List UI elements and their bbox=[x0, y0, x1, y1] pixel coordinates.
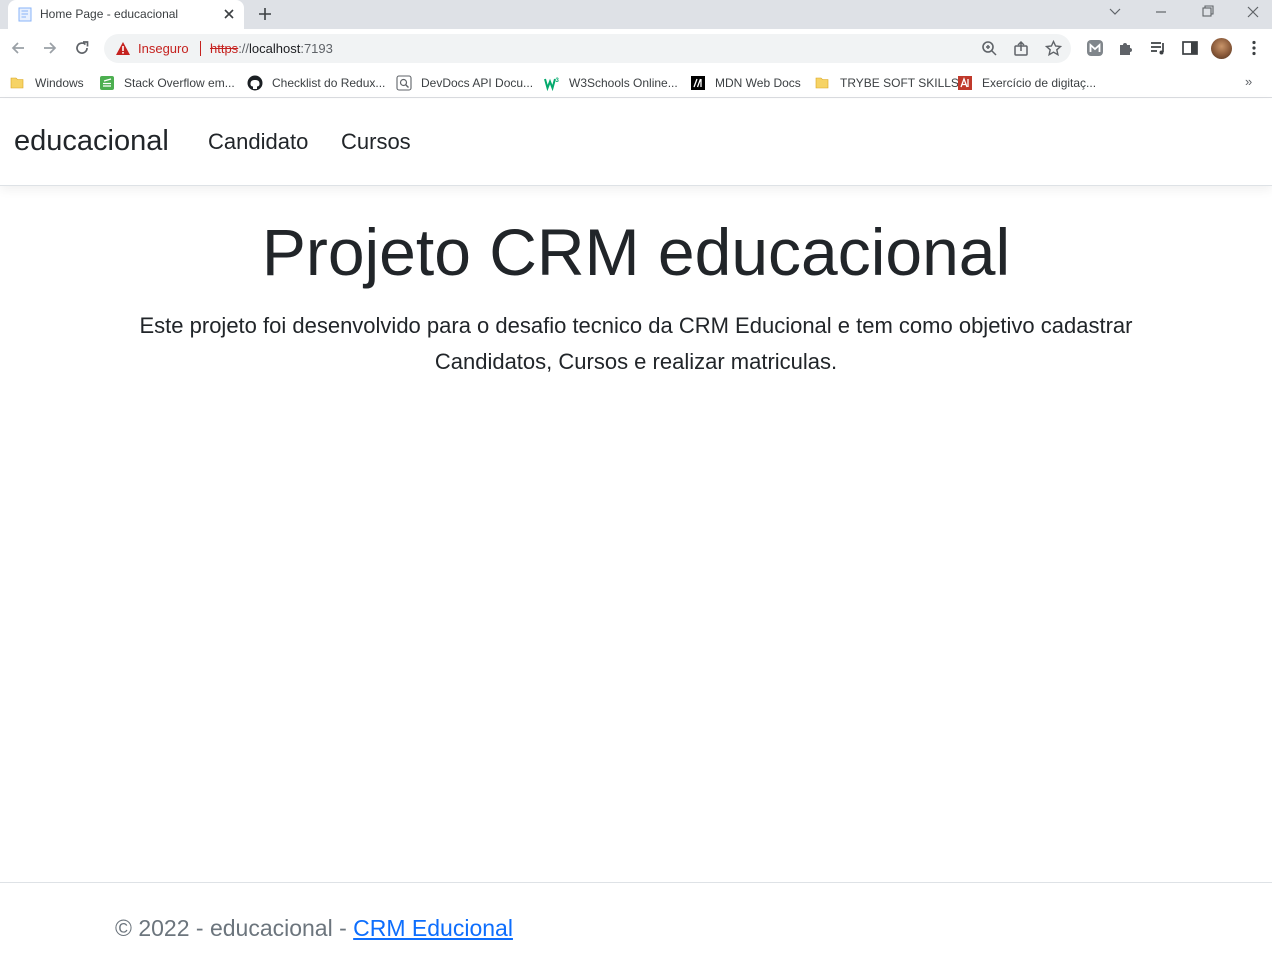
bookmark-w3schools[interactable]: 3 W3Schools Online... bbox=[544, 73, 678, 93]
page-icon bbox=[18, 7, 32, 22]
nav-link-candidato[interactable]: Candidato bbox=[208, 129, 308, 155]
extension-m-icon[interactable] bbox=[1086, 39, 1104, 57]
profile-avatar[interactable] bbox=[1211, 38, 1232, 59]
url-host: localhost bbox=[249, 41, 301, 56]
svg-text:3: 3 bbox=[556, 78, 560, 84]
restore-icon[interactable] bbox=[1196, 3, 1218, 21]
minimize-icon[interactable] bbox=[1150, 3, 1172, 21]
footer-link[interactable]: CRM Educional bbox=[353, 915, 513, 941]
bookmark-trybe-soft-skills[interactable]: TRYBE SOFT SKILLS bbox=[815, 73, 959, 93]
site-footer: © 2022 - educacional - CRM Educional bbox=[0, 882, 1272, 973]
folder-icon bbox=[10, 77, 24, 89]
kebab-menu-icon[interactable] bbox=[1245, 39, 1263, 57]
nav-link-cursos[interactable]: Cursos bbox=[341, 129, 411, 155]
folder-icon bbox=[815, 77, 829, 89]
address-bar[interactable]: Inseguro https://localhost:7193 bbox=[104, 34, 1071, 63]
stackoverflow-icon bbox=[100, 76, 114, 90]
navbar-brand[interactable]: educacional bbox=[14, 125, 169, 158]
plus-icon[interactable] bbox=[256, 5, 274, 23]
bookmark-label: Windows bbox=[35, 76, 84, 90]
more-bookmarks-button[interactable]: » bbox=[1245, 74, 1252, 89]
url-text[interactable]: https://localhost:7193 bbox=[210, 41, 333, 56]
bookmark-label: TRYBE SOFT SKILLS bbox=[840, 76, 959, 90]
page-title: Projeto CRM educacional bbox=[261, 215, 1011, 289]
url-scheme: https bbox=[210, 41, 239, 56]
bookmark-label: W3Schools Online... bbox=[569, 76, 678, 90]
github-icon bbox=[247, 75, 263, 91]
window-close-icon[interactable] bbox=[1242, 3, 1264, 21]
bookmark-mdn[interactable]: MDN Web Docs bbox=[690, 73, 801, 93]
forward-arrow-icon[interactable] bbox=[41, 39, 59, 57]
warning-icon[interactable] bbox=[115, 41, 131, 56]
bookmark-stack-overflow[interactable]: Stack Overflow em... bbox=[99, 73, 235, 93]
chevron-down-icon[interactable] bbox=[1104, 3, 1126, 21]
bookmark-exercicio-digitacao[interactable]: Exercício de digitaç... bbox=[957, 73, 1096, 93]
share-icon[interactable] bbox=[1013, 40, 1030, 57]
puzzle-icon[interactable] bbox=[1117, 39, 1135, 57]
back-arrow-icon[interactable] bbox=[9, 39, 27, 57]
footer-text: © 2022 - educacional - CRM Educional bbox=[115, 915, 513, 942]
site-navbar: educacional Candidato Cursos bbox=[0, 99, 1272, 186]
bookmark-label: DevDocs API Docu... bbox=[421, 76, 534, 90]
w3schools-icon: 3 bbox=[544, 78, 560, 91]
mdn-icon bbox=[691, 76, 705, 90]
bookmark-windows[interactable]: Windows bbox=[10, 73, 84, 93]
url-port: :7193 bbox=[300, 41, 333, 56]
zoom-icon[interactable] bbox=[981, 40, 998, 57]
typing-icon bbox=[958, 76, 972, 90]
reload-icon[interactable] bbox=[73, 39, 91, 57]
bookmark-checklist-redux[interactable]: Checklist do Redux... bbox=[247, 73, 385, 93]
devdocs-icon bbox=[396, 75, 412, 91]
footer-copyright: © 2022 - educacional - bbox=[115, 915, 354, 941]
side-panel-icon[interactable] bbox=[1181, 39, 1199, 57]
star-icon[interactable] bbox=[1045, 40, 1062, 57]
divider bbox=[200, 41, 201, 56]
page-description: Este projeto foi desenvolvido para o des… bbox=[139, 313, 1133, 374]
browser-toolbar: Inseguro https://localhost:7193 bbox=[0, 29, 1272, 68]
bookmark-label: Checklist do Redux... bbox=[272, 76, 386, 90]
tab-title: Home Page - educacional bbox=[40, 7, 179, 21]
bookmark-label: MDN Web Docs bbox=[715, 76, 801, 90]
close-icon[interactable] bbox=[222, 7, 236, 21]
bookmark-label: Stack Overflow em... bbox=[124, 76, 235, 90]
bookmarks-bar: Windows Stack Overflow em... Checklist d… bbox=[0, 68, 1272, 98]
url-separator: :// bbox=[238, 41, 250, 56]
bookmark-devdocs[interactable]: DevDocs API Docu... bbox=[396, 73, 533, 93]
security-label[interactable]: Inseguro bbox=[138, 41, 189, 56]
media-queue-icon[interactable] bbox=[1149, 39, 1167, 57]
bookmark-label: Exercício de digitaç... bbox=[982, 76, 1097, 90]
browser-tab[interactable]: Home Page - educacional bbox=[8, 0, 244, 29]
tab-strip: Home Page - educacional bbox=[0, 0, 1272, 29]
